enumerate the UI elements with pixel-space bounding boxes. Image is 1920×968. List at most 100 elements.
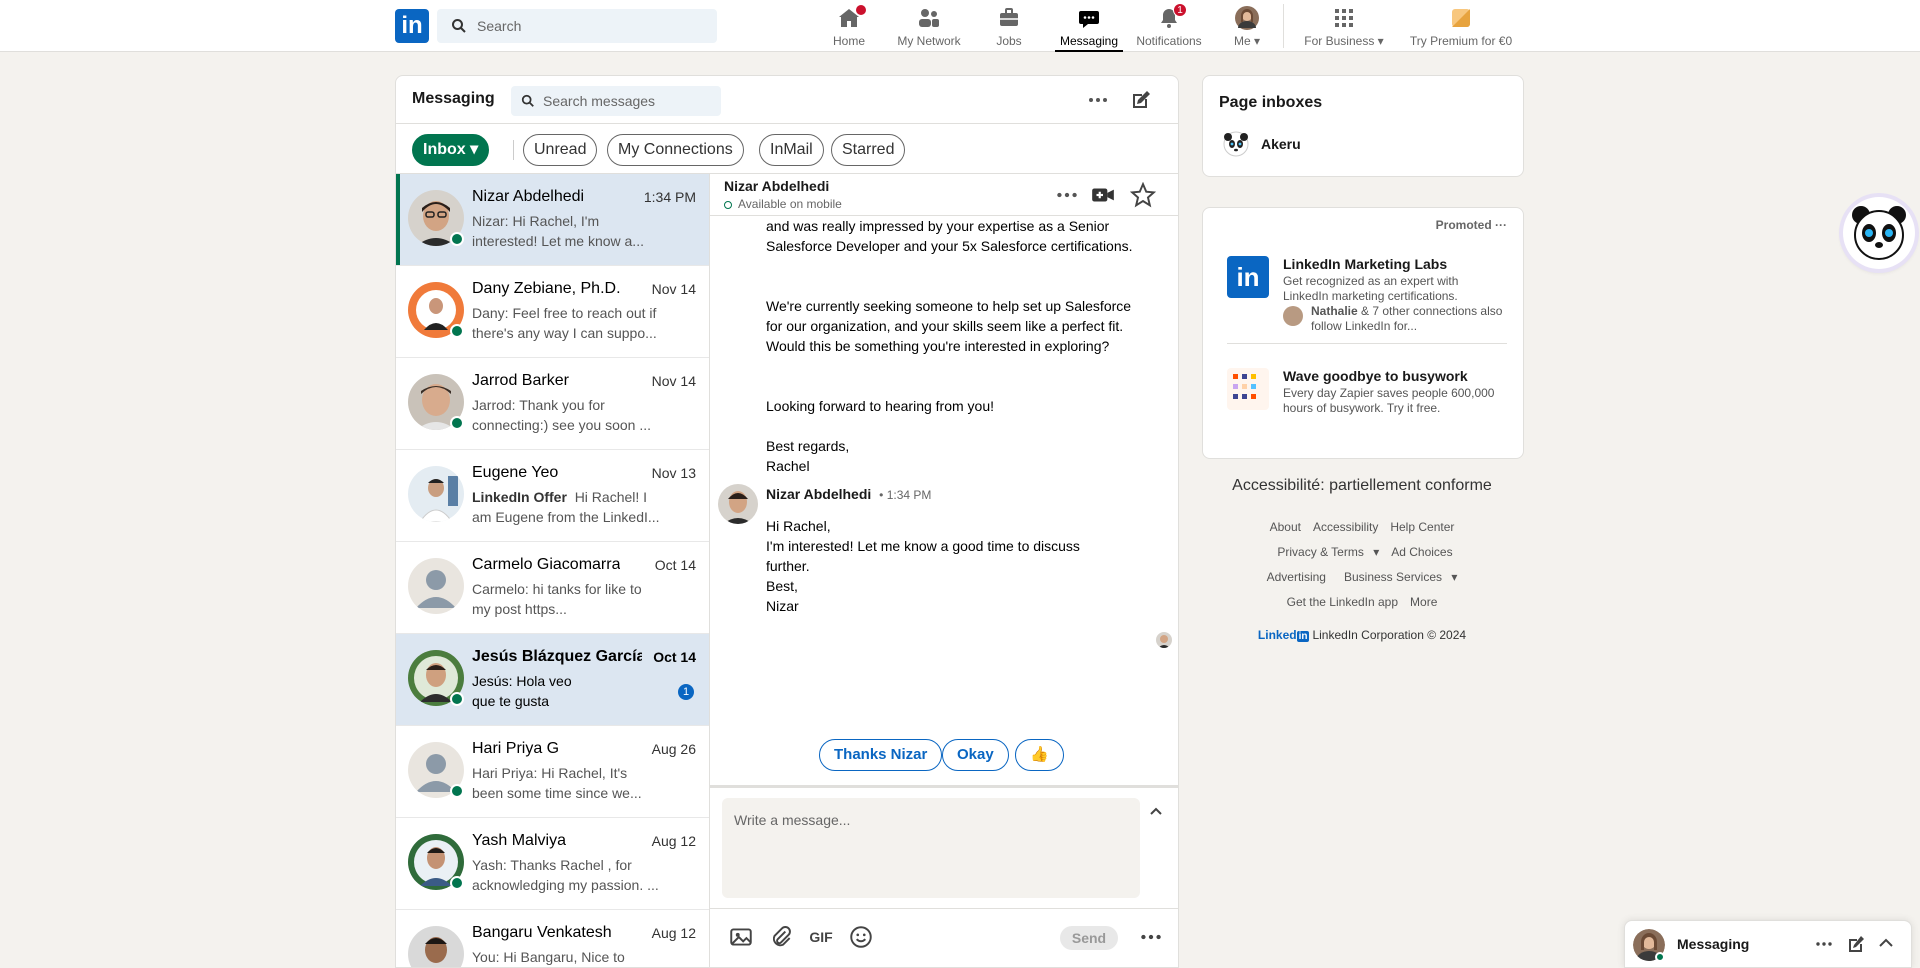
nav-messaging[interactable]: Messaging bbox=[1055, 0, 1123, 52]
footer-link[interactable]: Get the LinkedIn app bbox=[1287, 595, 1398, 609]
more-options-icon[interactable] bbox=[1813, 933, 1835, 955]
nav-network-label: My Network bbox=[897, 34, 961, 48]
messaging-icon bbox=[1077, 6, 1101, 30]
messaging-header: Messaging bbox=[396, 76, 1178, 124]
emoji-icon[interactable] bbox=[848, 924, 874, 950]
home-badge bbox=[855, 4, 867, 16]
filter-inbox[interactable]: Inbox ▾ bbox=[412, 134, 490, 166]
online-indicator bbox=[450, 324, 464, 338]
footer-link[interactable]: About bbox=[1270, 520, 1301, 534]
conversation-item[interactable]: Dany Zebiane, Ph.D. Nov 14 Dany: Feel fr… bbox=[396, 266, 709, 358]
nav-business-label: For Business ▾ bbox=[1304, 34, 1384, 48]
nav-notifications[interactable]: 1 Notifications bbox=[1133, 0, 1205, 52]
messaging-overlay-bar[interactable]: Messaging bbox=[1624, 920, 1912, 968]
conversation-name: Hari Priya G bbox=[472, 740, 560, 757]
conversation-item[interactable]: Yash Malviya Aug 12 Yash: Thanks Rachel … bbox=[396, 818, 709, 910]
status-dot bbox=[724, 201, 732, 209]
nav-for-business[interactable]: For Business ▾ bbox=[1300, 0, 1388, 52]
message-search[interactable] bbox=[511, 86, 721, 116]
sender-name[interactable]: Nizar Abdelhedi bbox=[766, 486, 871, 502]
ad-description: Every day Zapier saves people 600,000 ho… bbox=[1283, 386, 1495, 415]
thread-contact-name[interactable]: Nizar Abdelhedi bbox=[724, 178, 829, 194]
promoted-label: Promoted ··· bbox=[1435, 218, 1507, 232]
star-icon[interactable] bbox=[1130, 182, 1156, 208]
sender-avatar[interactable] bbox=[718, 484, 758, 524]
filter-bar: Inbox ▾ Unread My Connections InMail Sta… bbox=[396, 124, 1178, 174]
gif-button[interactable]: GIF bbox=[808, 924, 834, 950]
promoted-card: Promoted ··· in LinkedIn Marketing Labs … bbox=[1202, 207, 1524, 459]
online-indicator bbox=[1655, 952, 1665, 962]
compose-icon[interactable] bbox=[1129, 88, 1153, 112]
paperclip-icon[interactable] bbox=[768, 924, 794, 950]
message-line: I'm interested! Let me know a good time … bbox=[766, 538, 1080, 574]
filter-starred[interactable]: Starred bbox=[831, 134, 906, 166]
search-icon bbox=[521, 94, 534, 107]
ad-description: Get recognized as an expert with LinkedI… bbox=[1283, 274, 1459, 303]
accessibility-statement[interactable]: Accessibilité: partiellement conforme bbox=[1202, 477, 1522, 495]
conversation-item[interactable]: Carmelo Giacomarra Oct 14 Carmelo: hi ta… bbox=[396, 542, 709, 634]
more-options-icon[interactable]: ··· bbox=[1495, 218, 1507, 232]
linkedin-logo[interactable]: in bbox=[395, 9, 429, 43]
conversation-date: Oct 14 bbox=[653, 649, 696, 665]
more-options-icon[interactable] bbox=[1086, 88, 1110, 112]
footer-links: About Accessibility Help Center Privacy & … bbox=[1202, 515, 1522, 615]
footer-link[interactable]: Accessibility bbox=[1313, 520, 1378, 534]
conversation-snippet: Jesús: Hola veo que te gusta bbox=[472, 673, 572, 709]
more-options-icon[interactable] bbox=[1054, 182, 1080, 208]
filter-unread[interactable]: Unread bbox=[523, 134, 598, 166]
video-call-icon[interactable] bbox=[1090, 182, 1116, 208]
online-indicator bbox=[450, 232, 464, 246]
panda-extension-button[interactable] bbox=[1843, 197, 1915, 269]
ad-item[interactable]: Wave goodbye to busywork Every day Zapie… bbox=[1227, 368, 1507, 438]
more-options-icon[interactable] bbox=[1138, 924, 1164, 950]
toolbar-divider bbox=[710, 908, 1178, 909]
quick-reply-thumbs-up[interactable]: 👍 bbox=[1015, 739, 1064, 771]
footer-link[interactable]: Ad Choices bbox=[1391, 545, 1452, 559]
read-receipt-avatar bbox=[1156, 632, 1172, 648]
conversation-item[interactable]: Jarrod Barker Nov 14 Jarrod: Thank you f… bbox=[396, 358, 709, 450]
conversation-item[interactable]: Bangaru Venkatesh Aug 12 You: Hi Bangaru… bbox=[396, 910, 709, 967]
panda-icon bbox=[1852, 206, 1906, 260]
footer-link[interactable]: Business Services ▾ bbox=[1338, 570, 1457, 584]
linkedin-logo-icon: in bbox=[1227, 256, 1269, 298]
quick-reply-okay[interactable]: Okay bbox=[942, 739, 1009, 771]
compose-icon[interactable] bbox=[1845, 933, 1867, 955]
footer-link[interactable]: Help Center bbox=[1390, 520, 1454, 534]
linkedin-wordmark: Linked in bbox=[1257, 628, 1310, 642]
thread-status: Available on mobile bbox=[724, 197, 842, 211]
send-button[interactable]: Send bbox=[1060, 926, 1118, 950]
message-composer[interactable] bbox=[722, 798, 1140, 898]
nav-home[interactable]: Home bbox=[830, 0, 868, 52]
nav-premium[interactable]: Try Premium for €0 bbox=[1404, 0, 1518, 52]
conversation-date: Aug 12 bbox=[651, 833, 696, 849]
conversation-item[interactable]: Eugene Yeo Nov 13 LinkedIn Offer Hi Rach… bbox=[396, 450, 709, 542]
connection-avatar bbox=[1283, 306, 1303, 326]
global-search-input[interactable] bbox=[477, 9, 707, 43]
filter-inmail[interactable]: InMail bbox=[759, 134, 824, 166]
global-search[interactable] bbox=[437, 9, 717, 43]
chevron-up-icon[interactable] bbox=[1146, 802, 1166, 822]
footer-link[interactable]: Privacy & Terms ▾ bbox=[1271, 545, 1379, 559]
notifications-badge: 1 bbox=[1173, 3, 1187, 17]
page-inboxes-title: Page inboxes bbox=[1219, 94, 1323, 111]
message-input[interactable] bbox=[722, 798, 1140, 898]
conversation-item[interactable]: Hari Priya G Aug 26 Hari Priya: Hi Rache… bbox=[396, 726, 709, 818]
conversation-item[interactable]: Jesús Blázquez García Oct 14 Jesús: Hola… bbox=[396, 634, 709, 726]
image-icon[interactable] bbox=[728, 924, 754, 950]
chevron-up-icon[interactable] bbox=[1875, 933, 1897, 955]
footer-link[interactable]: Advertising bbox=[1267, 570, 1326, 584]
nav-jobs[interactable]: Jobs bbox=[993, 0, 1025, 52]
page-inbox-item[interactable]: Akeru bbox=[1223, 131, 1301, 157]
ad-item[interactable]: in LinkedIn Marketing Labs Get recognize… bbox=[1227, 256, 1507, 336]
nav-my-network[interactable]: My Network bbox=[893, 0, 965, 52]
conversation-name: Carmelo Giacomarra bbox=[472, 556, 621, 573]
page-inbox-name: Akeru bbox=[1261, 136, 1301, 152]
ad-title: LinkedIn Marketing Labs bbox=[1283, 256, 1448, 272]
filter-my-connections[interactable]: My Connections bbox=[607, 134, 744, 166]
quick-reply-thanks[interactable]: Thanks Nizar bbox=[819, 739, 943, 771]
nav-me[interactable]: Me ▾ bbox=[1232, 0, 1262, 52]
conversation-item[interactable]: Nizar Abdelhedi 1:34 PM Nizar: Hi Rachel… bbox=[396, 174, 709, 266]
online-indicator bbox=[450, 416, 464, 430]
footer-link[interactable]: More bbox=[1410, 595, 1437, 609]
message-search-input[interactable] bbox=[543, 86, 713, 116]
